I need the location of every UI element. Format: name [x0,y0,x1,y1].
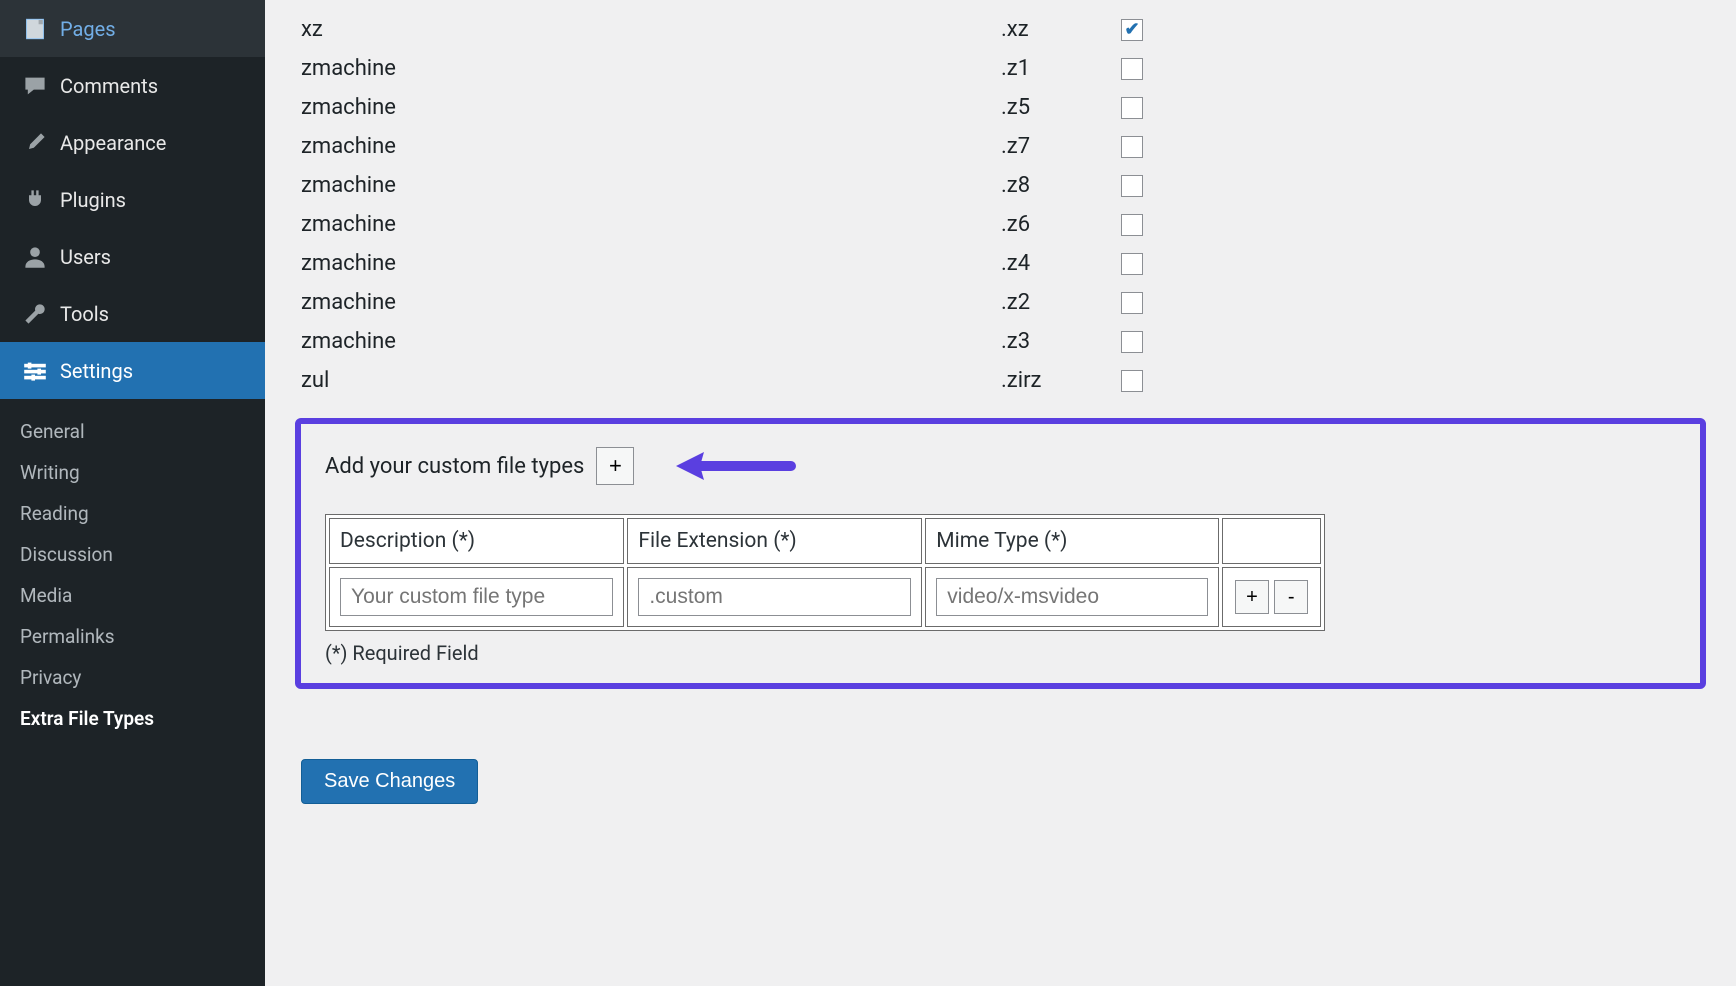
file-type-row: zmachine.z6 [301,205,1700,244]
file-type-row: xz.xz [301,10,1700,49]
file-type-name: zmachine [301,212,1001,237]
required-field-note: (*) Required Field [325,641,1676,665]
custom-file-types-heading: Add your custom file types [325,454,584,479]
main-content: xz.xzzmachine.z1zmachine.z5zmachine.z7zm… [265,0,1736,986]
pages-icon [18,17,52,41]
row-add-button[interactable]: + [1235,580,1269,614]
plugins-icon [18,188,52,212]
sub-item-reading[interactable]: Reading [0,493,265,534]
extension-input[interactable] [638,578,911,616]
file-type-row: zmachine.z4 [301,244,1700,283]
file-type-extension: .zirz [1001,368,1121,393]
settings-submenu: General Writing Reading Discussion Media… [0,399,265,757]
file-type-checkbox[interactable] [1121,214,1143,236]
sidebar-item-users[interactable]: Users [0,228,265,285]
sidebar-item-label: Settings [60,359,133,383]
custom-file-type-row: + - [329,567,1321,627]
save-changes-button[interactable]: Save Changes [301,759,478,804]
file-type-list: xz.xzzmachine.z1zmachine.z5zmachine.z7zm… [265,0,1736,400]
file-type-extension: .z5 [1001,95,1121,120]
file-type-row: zmachine.z3 [301,322,1700,361]
sub-item-media[interactable]: Media [0,575,265,616]
file-type-checkbox[interactable] [1121,136,1143,158]
sidebar-item-pages[interactable]: Pages [0,0,265,57]
file-type-name: zmachine [301,251,1001,276]
sub-item-privacy[interactable]: Privacy [0,657,265,698]
file-type-extension: .z3 [1001,329,1121,354]
file-type-extension: .z4 [1001,251,1121,276]
sub-item-extra-file-types[interactable]: Extra File Types [0,698,265,739]
sidebar-item-comments[interactable]: Comments [0,57,265,114]
file-type-row: zul.zirz [301,361,1700,400]
file-type-name: zmachine [301,56,1001,81]
file-type-extension: .z1 [1001,56,1121,81]
sub-item-discussion[interactable]: Discussion [0,534,265,575]
file-type-extension: .z6 [1001,212,1121,237]
custom-file-types-table: Description (*) File Extension (*) Mime … [325,514,1325,631]
file-type-row: zmachine.z2 [301,283,1700,322]
file-type-name: zmachine [301,329,1001,354]
admin-sidebar: Pages Comments Appearance Plugins Users … [0,0,265,986]
annotation-arrow-icon [666,446,796,486]
comments-icon [18,74,52,98]
sub-item-general[interactable]: General [0,411,265,452]
appearance-icon [18,131,52,155]
th-mime: Mime Type (*) [925,518,1219,564]
file-type-name: zmachine [301,173,1001,198]
mime-input[interactable] [936,578,1208,616]
sub-item-writing[interactable]: Writing [0,452,265,493]
file-type-extension: .xz [1001,17,1121,42]
description-input[interactable] [340,578,613,616]
add-row-button[interactable]: + [596,447,634,485]
file-type-extension: .z2 [1001,290,1121,315]
file-type-checkbox[interactable] [1121,19,1143,41]
file-type-checkbox[interactable] [1121,292,1143,314]
th-extension: File Extension (*) [627,518,922,564]
sidebar-item-appearance[interactable]: Appearance [0,114,265,171]
sidebar-item-tools[interactable]: Tools [0,285,265,342]
file-type-checkbox[interactable] [1121,175,1143,197]
sidebar-item-label: Appearance [60,131,166,155]
file-type-name: zmachine [301,134,1001,159]
file-type-extension: .z8 [1001,173,1121,198]
file-type-row: zmachine.z7 [301,127,1700,166]
th-description: Description (*) [329,518,624,564]
sidebar-item-plugins[interactable]: Plugins [0,171,265,228]
sidebar-item-label: Tools [60,302,109,326]
file-type-row: zmachine.z8 [301,166,1700,205]
users-icon [18,245,52,269]
th-actions [1222,518,1321,564]
sidebar-item-settings[interactable]: Settings [0,342,265,399]
file-type-name: xz [301,17,1001,42]
sidebar-item-label: Comments [60,74,158,98]
file-type-extension: .z7 [1001,134,1121,159]
sub-item-permalinks[interactable]: Permalinks [0,616,265,657]
row-remove-button[interactable]: - [1274,580,1308,614]
file-type-name: zmachine [301,290,1001,315]
file-type-checkbox[interactable] [1121,97,1143,119]
custom-file-types-heading-row: Add your custom file types + [325,446,1676,486]
file-type-checkbox[interactable] [1121,331,1143,353]
file-type-checkbox[interactable] [1121,370,1143,392]
sidebar-item-label: Users [60,245,111,269]
file-type-row: zmachine.z5 [301,88,1700,127]
settings-icon [18,359,52,383]
sidebar-item-label: Pages [60,17,116,41]
sidebar-item-label: Plugins [60,188,126,212]
file-type-row: zmachine.z1 [301,49,1700,88]
custom-file-types-section: Add your custom file types + Description… [295,418,1706,689]
file-type-checkbox[interactable] [1121,58,1143,80]
file-type-name: zul [301,368,1001,393]
file-type-name: zmachine [301,95,1001,120]
tools-icon [18,302,52,326]
file-type-checkbox[interactable] [1121,253,1143,275]
